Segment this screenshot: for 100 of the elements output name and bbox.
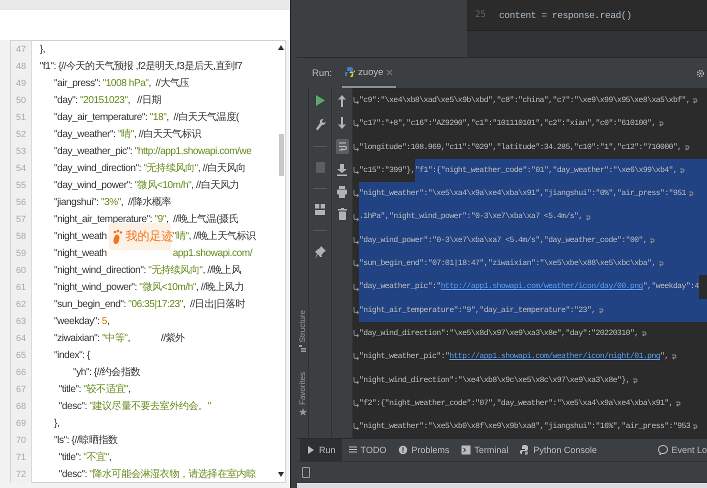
python-icon — [520, 445, 530, 455]
tool-window-tab[interactable]: Event Lo — [652, 439, 707, 461]
soft-wrap-mark-icon — [353, 189, 359, 198]
code-line: "day_weather": "晴", //白天天气标识 — [53, 128, 201, 142]
code-line: "day_wind_power": "微风<10m/h", //白天风力 — [53, 178, 240, 193]
badge-label: 我的足迹 — [126, 228, 174, 245]
output-text: .1hPa","night_wind_power":"0-3\xe7\xba\xa7 <5.4m/s", — [359, 205, 583, 229]
soft-wrap-mark-icon — [353, 142, 359, 152]
output-text: "day_weather_pic":"http://app1.showapi.com/weather/icon/day/00.png","weekday":4 — [359, 275, 699, 299]
down-arrow-icon[interactable] — [338, 117, 346, 129]
layout-icon[interactable] — [315, 204, 325, 215]
code-line: "index": { — [53, 349, 90, 363]
code-line: "ls": {//晾晒指数 — [53, 434, 118, 448]
device-icon[interactable] — [302, 467, 310, 478]
line-number: 61 — [11, 279, 32, 296]
run-label: Run: — [312, 68, 332, 78]
soft-wrap-icon[interactable] — [336, 139, 348, 154]
tool-window-tab[interactable]: Structure — [298, 310, 307, 352]
soft-wrap-mark-icon — [353, 422, 359, 432]
code-line: }, — [38, 43, 46, 57]
tool-window-tab[interactable]: Favorites — [298, 372, 307, 416]
line-number: 56 — [11, 194, 32, 211]
output-text: "f2":{"night_weather_code":"07","day_weather":"\xe5\xa4\x9a\xe4\xba\x91", — [359, 398, 673, 410]
code-line: "ziwaixian": "中等", //紫外 — [53, 332, 185, 346]
output-text: "night_air_temperature":"9","day_air_temperature":"23", — [359, 298, 596, 322]
soft-wrap-mark-icon — [353, 119, 359, 128]
output-text: "day_wind_power":"0-3\xe7\xba\xa7 <5.4m/s","day_weather_code":"00", — [359, 228, 648, 252]
line-number: 51 — [11, 109, 32, 126]
line-number: 57 — [11, 211, 32, 228]
line-number: 54 — [11, 160, 32, 177]
code-line: "day_weather_pic": "http://app1.showapi.com/we — [53, 145, 252, 159]
output-text: "night_weather":"\xe5\xa4\x9a\xe4\xba\x91","jiangshui":"0%","air_press":"951 — [359, 182, 686, 206]
line-number: 53 — [11, 143, 32, 160]
scroll-up-icon[interactable] — [278, 45, 284, 50]
code-line: "air_press": "1008 hPa", //大气压 — [53, 76, 190, 91]
output-text: "night_weather":"\xe5\xb0\x8f\xe9\x9b\xa8","jiangshui":"16%","air_press":"953 — [359, 421, 690, 434]
tool-window-tab[interactable]: Problems — [392, 439, 456, 461]
scrollbar-thumb[interactable] — [278, 134, 284, 176]
line-number: 47 — [11, 41, 32, 58]
line-number: 68 — [11, 398, 32, 415]
line-number: 72 — [11, 466, 32, 483]
line-number: 69 — [11, 415, 32, 432]
output-text: "longitude":108.969,"c11":"029","latitude":34.285,"c10":"1","c12":"710000", — [359, 142, 682, 154]
code-line: "night_wind_power": "微风<10m/h", //晚上风力 — [53, 280, 244, 295]
line-number: 71 — [11, 449, 32, 466]
output-text: "night_weather_pic":"http://app1.showapi.com/weather/icon/night/01.png", — [359, 345, 669, 369]
trash-icon[interactable] — [338, 208, 346, 220]
code-line: "day_air_temperature": "18", //白天天气温度( — [53, 110, 239, 125]
code-line: }, — [53, 417, 60, 431]
code-line: "jiangshui": "3%", //降水概率 — [53, 196, 172, 210]
output-text: "c15":"399"},"f1":{"night_weather_code":"01","day_weather":"\xe6\x99\xb4", — [359, 158, 678, 182]
code-line: "yh": {//约会指数 — [72, 366, 140, 380]
python-icon — [345, 67, 356, 77]
up-arrow-icon[interactable] — [338, 95, 346, 107]
soft-wrap-mark-icon — [353, 282, 359, 292]
speech-bubble-icon — [658, 445, 668, 455]
code-line: "desc": "降水可能会淋湿衣物，请选择在室内晾 — [58, 468, 256, 482]
code-line: "sun_begin_end": "06:35|17:23", //日出|日落时 — [53, 298, 245, 312]
tool-window-tab[interactable]: Terminal — [455, 439, 514, 461]
scroll-to-end-icon[interactable] — [337, 164, 347, 176]
soft-wrap-mark-icon — [353, 376, 359, 385]
line-number: 70 — [11, 432, 32, 449]
code-line: "title": "不宜", — [58, 450, 112, 465]
line-number: 62 — [11, 296, 32, 313]
tool-window-tab[interactable]: TODO — [342, 439, 392, 461]
output-text: "sun_begin_end":"07:01|18:47","ziwaixian":"\xe5\xbe\x88\xe5\xbc\xba", — [359, 252, 656, 276]
tool-window-tab[interactable]: Python Console — [514, 439, 603, 461]
print-icon[interactable] — [337, 186, 347, 198]
soft-wrap-mark-icon — [353, 329, 359, 338]
soft-wrap-mark-icon — [353, 352, 359, 362]
code-line: content = response.read() — [499, 10, 632, 20]
play-icon — [306, 445, 316, 455]
code-line: "title": "较不适宜", — [58, 382, 130, 397]
line-number: 25 — [474, 10, 487, 20]
line-number: 59 — [11, 245, 32, 262]
soft-wrap-mark-icon — [353, 212, 359, 222]
run-icon[interactable] — [316, 95, 324, 106]
output-link[interactable]: http://app1.showapi.com/weather/icon/night/01.png — [449, 345, 660, 369]
line-number: 65 — [11, 347, 32, 364]
output-text: "c9":"\xe4\xb8\xad\xe5\x9b\xbd","c8":"china","c7":"\xe9\x99\x95\xe8\xa5\xbf", — [359, 95, 690, 107]
soft-wrap-mark-icon — [353, 96, 359, 106]
pin-icon[interactable] — [314, 246, 326, 259]
soft-wrap-mark-icon — [353, 306, 359, 315]
scroll-down-icon[interactable] — [278, 472, 284, 477]
terminal-icon — [461, 445, 472, 455]
line-number: 64 — [11, 330, 32, 347]
code-line: "night_weath app1.showapi.com/ — [53, 247, 252, 261]
output-link[interactable]: http://app1.showapi.com/weather/icon/day/00.png — [440, 275, 643, 299]
line-number: 63 — [11, 313, 32, 330]
soft-wrap-mark-icon — [353, 259, 359, 268]
code-line: "weekday": 5, — [53, 315, 110, 329]
wrench-icon[interactable] — [314, 118, 326, 131]
line-number: 49 — [11, 75, 32, 92]
output-text: "day_wind_direction":"\xe5\x8d\x97\xe9\xa3\x8e","day":"20220310", — [359, 328, 639, 340]
line-number: 55 — [11, 177, 32, 194]
line-number: 60 — [11, 262, 32, 279]
soft-wrap-mark-icon — [353, 399, 359, 408]
tool-window-tab[interactable]: Run — [300, 439, 342, 461]
gear-icon[interactable] — [696, 68, 705, 78]
code-line: "desc": "建议尽量不要去室外约会。" — [58, 400, 211, 414]
